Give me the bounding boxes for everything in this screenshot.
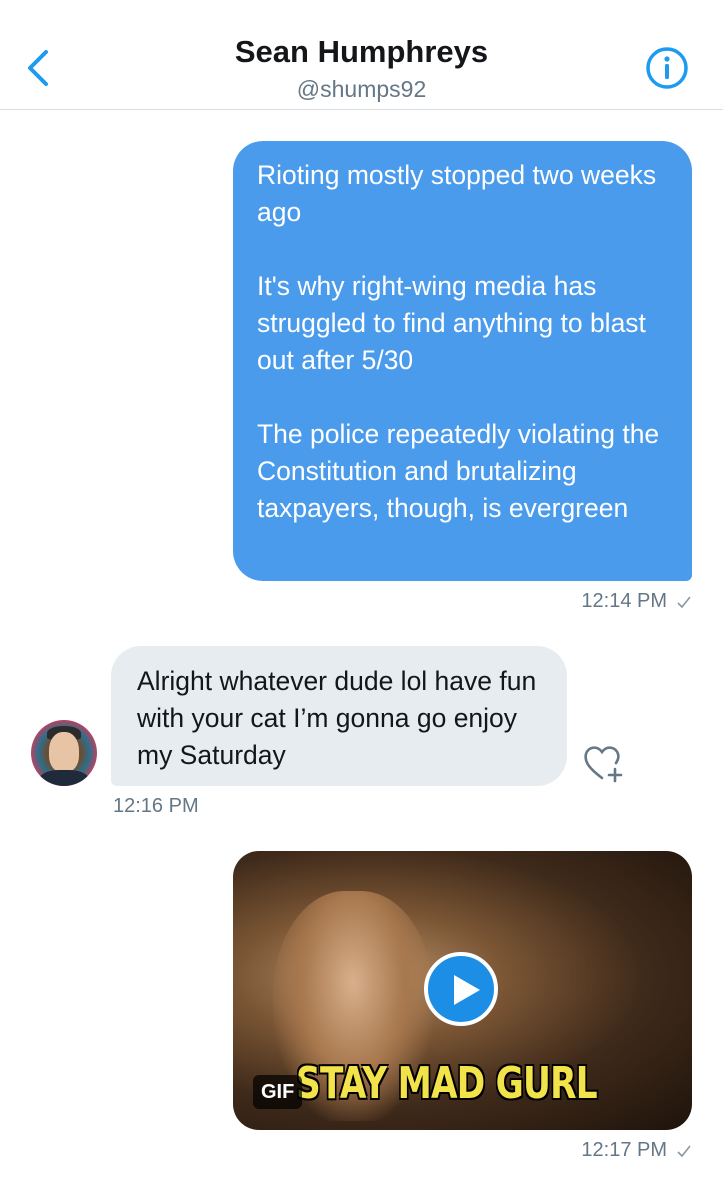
message-paragraph: Rioting mostly stopped two weeks ago [257,160,657,227]
message-timestamp: 12:16 PM [113,795,199,817]
info-circle-icon[interactable] [645,46,689,90]
play-button[interactable] [424,952,498,1026]
sent-check-icon [677,596,691,609]
incoming-message-bubble[interactable]: Alright whatever dude lol have fun with … [111,646,567,786]
gif-caption: STAY MAD GURL [296,1058,598,1109]
sent-check-icon [677,1145,691,1158]
outgoing-message-bubble[interactable]: Rioting mostly stopped two weeks ago It'… [233,141,692,581]
message-timestamp: 12:17 PM [581,1139,667,1161]
gif-badge: GIF [253,1075,303,1109]
message-paragraph: It's why right-wing media has struggled … [257,271,646,375]
play-icon [454,975,480,1005]
message-text: Alright whatever dude lol have fun with … [137,666,537,770]
message-paragraph: The police repeatedly violating the Cons… [257,419,660,523]
avatar[interactable] [31,720,97,786]
conversation-title: Sean Humphreys [234,34,489,69]
heart-plus-icon[interactable] [582,742,630,786]
conversation-handle: @shumps92 [296,76,427,102]
conversation-header: Sean Humphreys @shumps92 [0,0,723,110]
message-timestamp: 12:14 PM [581,590,667,612]
